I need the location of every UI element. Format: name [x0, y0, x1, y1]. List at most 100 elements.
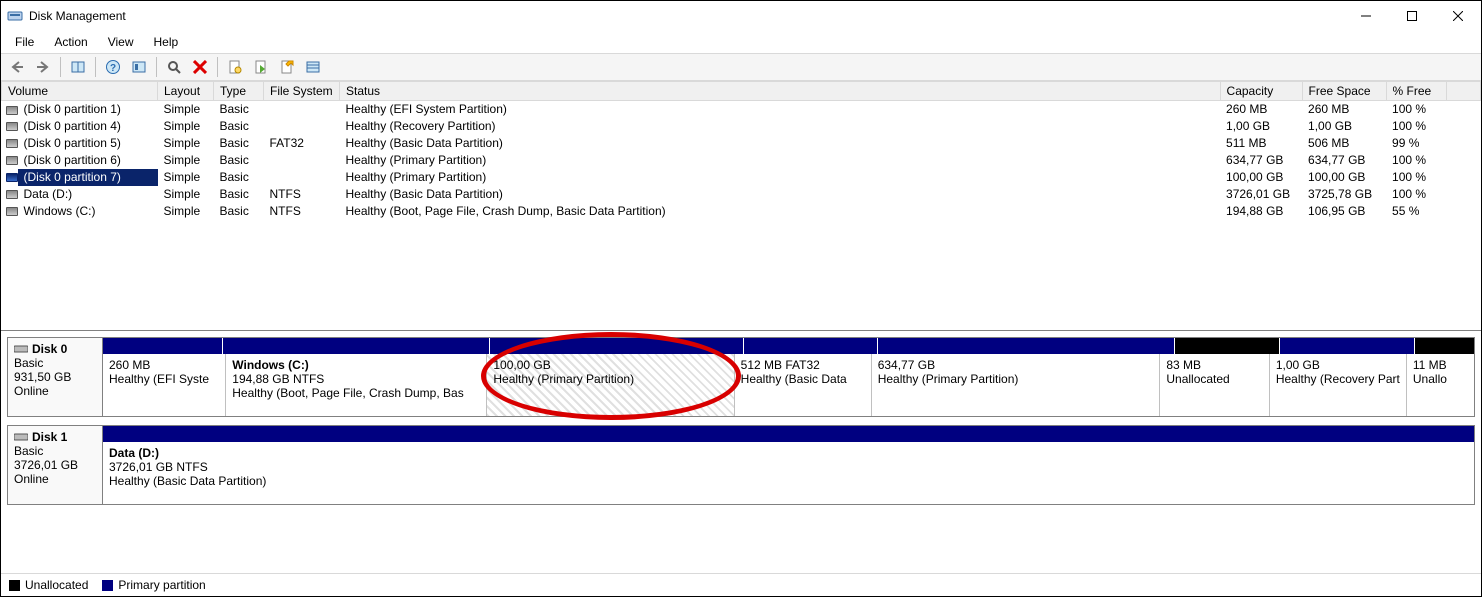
- partition-status: Healthy (Primary Partition): [878, 372, 1154, 386]
- volume-icon: [2, 135, 18, 152]
- disk-icon: [14, 432, 28, 442]
- cell-pct: 100 %: [1386, 186, 1446, 203]
- table-row[interactable]: Windows (C:)SimpleBasicNTFSHealthy (Boot…: [2, 203, 1481, 220]
- partition-block[interactable]: 634,77 GBHealthy (Primary Partition): [872, 354, 1161, 416]
- partition-block[interactable]: 100,00 GBHealthy (Primary Partition): [487, 354, 734, 416]
- cell-pct: 100 %: [1386, 152, 1446, 169]
- cell-capacity: 3726,01 GB: [1220, 186, 1302, 203]
- partition-size: 11 MB: [1413, 358, 1468, 372]
- partition-size: 634,77 GB: [878, 358, 1154, 372]
- partition-status: Healthy (Recovery Part: [1276, 372, 1400, 386]
- disk-parts: 260 MBHealthy (EFI SysteWindows (C:)194,…: [103, 337, 1475, 417]
- cell-volume: (Disk 0 partition 7): [18, 169, 158, 186]
- partition-size: 194,88 GB NTFS: [232, 372, 480, 386]
- col-stretch: [1446, 82, 1480, 101]
- back-button[interactable]: [5, 55, 29, 79]
- menu-action[interactable]: Action: [44, 33, 97, 51]
- disk-label[interactable]: Disk 0Basic931,50 GBOnline: [7, 337, 103, 417]
- cell-capacity: 100,00 GB: [1220, 169, 1302, 186]
- cell-free: 506 MB: [1302, 135, 1386, 152]
- cell-fs: NTFS: [264, 203, 340, 220]
- cell-type: Basic: [214, 101, 264, 118]
- disk-label[interactable]: Disk 1Basic3726,01 GBOnline: [7, 425, 103, 505]
- cell-capacity: 1,00 GB: [1220, 118, 1302, 135]
- menu-file[interactable]: File: [5, 33, 44, 51]
- menu-view[interactable]: View: [98, 33, 144, 51]
- toolbar-sep: [95, 57, 96, 77]
- maximize-button[interactable]: [1389, 1, 1435, 31]
- partition-status: Healthy (Primary Partition): [493, 372, 727, 386]
- col-layout[interactable]: Layout: [158, 82, 214, 101]
- disk-type: Basic: [14, 356, 96, 370]
- cell-fs: [264, 169, 340, 186]
- close-button[interactable]: [1435, 1, 1481, 31]
- table-row[interactable]: (Disk 0 partition 5)SimpleBasicFAT32Heal…: [2, 135, 1481, 152]
- disk-row: Disk 0Basic931,50 GBOnline260 MBHealthy …: [7, 337, 1475, 417]
- partition-block[interactable]: 11 MBUnallo: [1407, 354, 1474, 416]
- cell-pct: 100 %: [1386, 118, 1446, 135]
- refresh-button[interactable]: [162, 55, 186, 79]
- show-hide-console-button[interactable]: [66, 55, 90, 79]
- cell-volume: Windows (C:): [18, 203, 158, 220]
- col-pctfree[interactable]: % Free: [1386, 82, 1446, 101]
- menu-help[interactable]: Help: [144, 33, 189, 51]
- volume-icon: [2, 169, 18, 186]
- disk-parts: Data (D:)3726,01 GB NTFSHealthy (Basic D…: [103, 425, 1475, 505]
- col-freespace[interactable]: Free Space: [1302, 82, 1386, 101]
- minimize-button[interactable]: [1343, 1, 1389, 31]
- partition-status: Healthy (EFI Syste: [109, 372, 219, 386]
- cell-volume: (Disk 0 partition 5): [18, 135, 158, 152]
- cell-fs: NTFS: [264, 186, 340, 203]
- cell-volume: (Disk 0 partition 1): [18, 101, 158, 118]
- cell-layout: Simple: [158, 135, 214, 152]
- partition-status: Healthy (Basic Data: [741, 372, 865, 386]
- settings-button[interactable]: [127, 55, 151, 79]
- partition-size: 1,00 GB: [1276, 358, 1400, 372]
- table-row[interactable]: (Disk 0 partition 1)SimpleBasicHealthy (…: [2, 101, 1481, 118]
- col-volume[interactable]: Volume: [2, 82, 158, 101]
- col-type[interactable]: Type: [214, 82, 264, 101]
- volume-list-pane: Volume Layout Type File System Status Ca…: [1, 81, 1481, 331]
- partition-block[interactable]: 1,00 GBHealthy (Recovery Part: [1270, 354, 1407, 416]
- cell-pct: 100 %: [1386, 101, 1446, 118]
- col-status[interactable]: Status: [340, 82, 1221, 101]
- table-row[interactable]: (Disk 0 partition 7)SimpleBasicHealthy (…: [2, 169, 1481, 186]
- cell-layout: Simple: [158, 186, 214, 203]
- disk-name: Disk 1: [14, 430, 96, 444]
- partition-block[interactable]: Data (D:)3726,01 GB NTFSHealthy (Basic D…: [103, 442, 1474, 504]
- new-button[interactable]: [275, 55, 299, 79]
- legend: Unallocated Primary partition: [1, 573, 1481, 596]
- col-capacity[interactable]: Capacity: [1220, 82, 1302, 101]
- cell-volume: Data (D:): [18, 186, 158, 203]
- list-button[interactable]: [301, 55, 325, 79]
- cell-type: Basic: [214, 152, 264, 169]
- cell-volume: (Disk 0 partition 4): [18, 118, 158, 135]
- table-row[interactable]: (Disk 0 partition 6)SimpleBasicHealthy (…: [2, 152, 1481, 169]
- disk-row: Disk 1Basic3726,01 GBOnlineData (D:)3726…: [7, 425, 1475, 505]
- partition-block[interactable]: 260 MBHealthy (EFI Syste: [103, 354, 226, 416]
- volume-table[interactable]: Volume Layout Type File System Status Ca…: [1, 81, 1481, 220]
- partition-size: 260 MB: [109, 358, 219, 372]
- cell-volume: (Disk 0 partition 6): [18, 152, 158, 169]
- properties-button[interactable]: [223, 55, 247, 79]
- toolbar-sep: [156, 57, 157, 77]
- partition-block[interactable]: 512 MB FAT32Healthy (Basic Data: [735, 354, 872, 416]
- partition-size: 3726,01 GB NTFS: [109, 460, 1468, 474]
- table-row[interactable]: Data (D:)SimpleBasicNTFSHealthy (Basic D…: [2, 186, 1481, 203]
- partition-status: Healthy (Basic Data Partition): [109, 474, 1468, 488]
- table-header-row: Volume Layout Type File System Status Ca…: [2, 82, 1481, 101]
- partition-block[interactable]: Windows (C:)194,88 GB NTFSHealthy (Boot,…: [226, 354, 487, 416]
- cell-status: Healthy (Basic Data Partition): [340, 135, 1221, 152]
- table-row[interactable]: (Disk 0 partition 4)SimpleBasicHealthy (…: [2, 118, 1481, 135]
- cell-free: 260 MB: [1302, 101, 1386, 118]
- cell-capacity: 634,77 GB: [1220, 152, 1302, 169]
- cell-layout: Simple: [158, 101, 214, 118]
- help-button[interactable]: ?: [101, 55, 125, 79]
- partition-block[interactable]: 83 MBUnallocated: [1160, 354, 1269, 416]
- forward-button[interactable]: [31, 55, 55, 79]
- delete-button[interactable]: [188, 55, 212, 79]
- toolbar-sep: [60, 57, 61, 77]
- action-button[interactable]: [249, 55, 273, 79]
- cell-pct: 55 %: [1386, 203, 1446, 220]
- col-filesystem[interactable]: File System: [264, 82, 340, 101]
